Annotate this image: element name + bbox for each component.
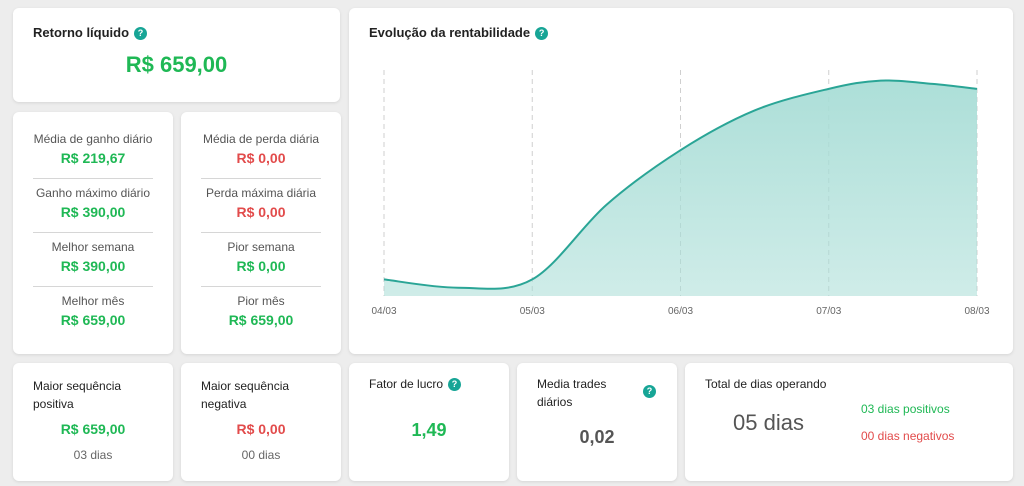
- stat-value: R$ 219,67: [60, 150, 126, 166]
- seq-negativa-title-line1: Maior sequência: [201, 379, 290, 393]
- stat-value: R$ 0,00: [236, 150, 286, 166]
- rentabilidade-chart: 04/03 05/03 06/03 07/03 08/03: [371, 70, 990, 317]
- ganhos-card: Média de ganho diário R$ 219,67 Ganho má…: [13, 112, 173, 354]
- stat-melhor-mes: Melhor mês R$ 659,00: [13, 294, 173, 328]
- perdas-card: Média de perda diária R$ 0,00 Perda máxi…: [181, 112, 341, 354]
- media-trades-title-line1: Media trades: [537, 377, 607, 391]
- retorno-liquido-value: R$ 659,00: [125, 52, 228, 77]
- total-dias-value: 05 dias: [733, 410, 804, 435]
- stat-label: Média de ganho diário: [33, 132, 153, 146]
- media-trades-title-line2: diários: [537, 395, 573, 409]
- x-tick-label: 07/03: [816, 306, 841, 317]
- x-tick-label: 04/03: [371, 306, 396, 317]
- divider: [33, 232, 153, 233]
- divider: [33, 286, 153, 287]
- stat-label: Melhor semana: [51, 240, 135, 254]
- stat-value: R$ 390,00: [60, 258, 126, 274]
- media-trades-value: 0,02: [579, 427, 615, 447]
- retorno-liquido-title: Retorno líquido: [33, 25, 130, 40]
- stat-ganho-maximo: Ganho máximo diário R$ 390,00: [13, 186, 173, 220]
- stat-pior-semana: Pior semana R$ 0,00: [181, 240, 341, 274]
- seq-negativa-card: Maior sequência negativa R$ 0,00 00 dias: [181, 363, 341, 481]
- stat-label: Pior semana: [227, 240, 295, 254]
- stat-melhor-semana: Melhor semana R$ 390,00: [13, 240, 173, 274]
- stat-pior-mes: Pior mês R$ 659,00: [181, 294, 341, 328]
- seq-positiva-title-line2: positiva: [33, 397, 74, 411]
- help-circle-icon[interactable]: ?: [134, 27, 148, 40]
- seq-negativa-value: R$ 0,00: [236, 421, 286, 437]
- dias-positivos: 03 dias positivos: [861, 402, 950, 416]
- divider: [201, 232, 321, 233]
- stat-media-perda: Média de perda diária R$ 0,00: [181, 132, 341, 166]
- divider: [33, 178, 153, 179]
- seq-positiva-value: R$ 659,00: [60, 421, 126, 437]
- stat-value: R$ 390,00: [60, 204, 126, 220]
- stat-value: R$ 659,00: [228, 312, 294, 328]
- dias-negativos: 00 dias negativos: [861, 429, 955, 443]
- retorno-liquido-card: Retorno líquido? R$ 659,00: [13, 8, 340, 102]
- fator-lucro-card: Fator de lucro? 1,49: [349, 363, 509, 481]
- stat-label: Média de perda diária: [202, 132, 320, 146]
- series-area: [384, 80, 977, 297]
- stat-perda-maxima: Perda máxima diária R$ 0,00: [181, 186, 341, 220]
- seq-negativa-title-line2: negativa: [201, 397, 247, 411]
- stat-media-ganho: Média de ganho diário R$ 219,67: [13, 132, 173, 166]
- seq-positiva-title-line1: Maior sequência: [33, 379, 122, 393]
- stat-label: Melhor mês: [61, 294, 125, 308]
- x-tick-label: 06/03: [668, 306, 693, 317]
- divider: [201, 286, 321, 287]
- help-circle-icon[interactable]: ?: [643, 385, 656, 398]
- fator-lucro-title: Fator de lucro: [369, 377, 444, 391]
- media-trades-card: Media trades diários ? 0,02: [517, 363, 677, 481]
- help-circle-icon[interactable]: ?: [448, 378, 462, 391]
- stat-value: R$ 0,00: [236, 258, 286, 274]
- stat-label: Perda máxima diária: [205, 186, 317, 200]
- seq-negativa-days: 00 dias: [241, 448, 281, 462]
- stat-value: R$ 659,00: [60, 312, 126, 328]
- seq-positiva-card: Maior sequência positiva R$ 659,00 03 di…: [13, 363, 173, 481]
- stat-label: Ganho máximo diário: [35, 186, 151, 200]
- stat-label: Pior mês: [237, 294, 285, 308]
- stat-value: R$ 0,00: [236, 204, 286, 220]
- total-dias-card: Total de dias operando 05 dias 03 dias p…: [685, 363, 1013, 481]
- x-tick-label: 08/03: [964, 306, 989, 317]
- divider: [201, 178, 321, 179]
- x-tick-label: 05/03: [520, 306, 545, 317]
- rentabilidade-chart-card: Evolução da rentabilidade? 04/03 05/03 06/…: [349, 8, 1013, 354]
- seq-positiva-days: 03 dias: [73, 448, 113, 462]
- total-dias-title: Total de dias operando: [705, 377, 827, 391]
- fator-lucro-value: 1,49: [411, 420, 447, 440]
